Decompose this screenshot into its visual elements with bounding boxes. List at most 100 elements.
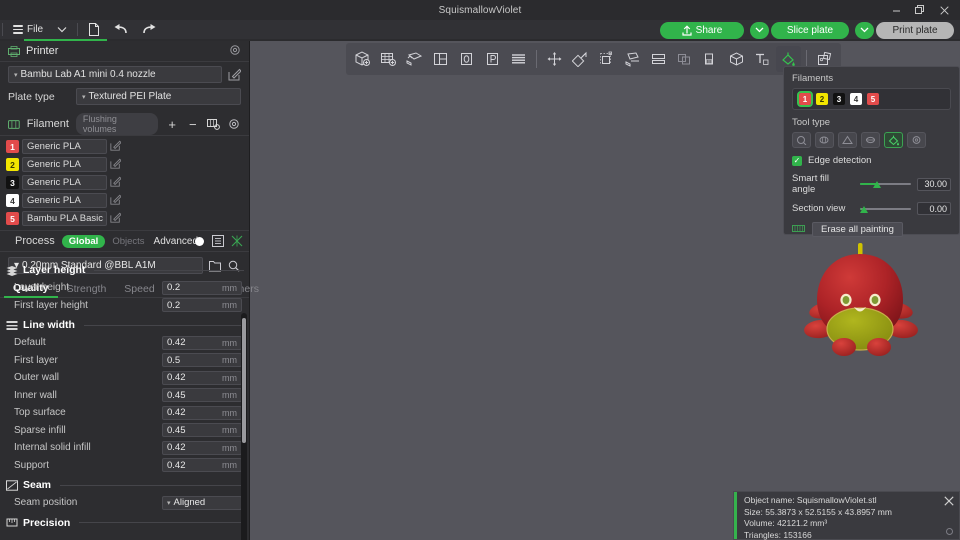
squishmallow-model[interactable] — [786, 237, 934, 377]
3d-viewport[interactable]: Filaments 1 2 3 4 5 Tool type ✓ Edge det… — [250, 41, 960, 540]
bucket-fill-tool-icon[interactable] — [884, 132, 903, 148]
printer-edit-icon[interactable] — [228, 68, 242, 81]
support-paint-icon[interactable] — [698, 46, 723, 72]
option-inner-wall-input[interactable]: 0.45 mm — [162, 388, 242, 403]
smart-fill-angle-slider[interactable] — [860, 179, 911, 189]
filament-swatch-3[interactable]: 3 — [833, 93, 845, 105]
rotate-icon[interactable] — [594, 46, 619, 72]
arrange-icon[interactable] — [402, 46, 427, 72]
process-scope-objects[interactable]: Objects — [110, 235, 146, 248]
file-menu-button[interactable]: File — [6, 20, 50, 39]
edge-detection-checkbox[interactable]: ✓ — [792, 155, 802, 166]
option-support-label: Support — [14, 459, 50, 471]
flushing-volumes-button[interactable]: Flushing volumes — [75, 113, 159, 135]
add-filament-button[interactable]: + — [165, 117, 179, 131]
window-controls — [884, 0, 956, 20]
restore-button[interactable] — [908, 0, 932, 20]
object-info-expand-button[interactable] — [946, 528, 953, 535]
triangle-tool-icon[interactable] — [838, 132, 857, 148]
redo-button[interactable] — [135, 20, 163, 39]
settings-scroll-area[interactable]: Layer height Layer height 0.2 mm First l… — [0, 259, 250, 540]
ams-sync-icon[interactable] — [206, 117, 221, 131]
text-icon[interactable] — [750, 46, 775, 72]
print-plate-button[interactable]: Print plate — [876, 21, 954, 39]
settings-scrollbar-track[interactable] — [241, 313, 247, 540]
option-seam-position: Seam position ▾ Aligned — [0, 494, 250, 512]
option-first-layer-input[interactable]: 0.5 mm — [162, 353, 242, 368]
filament-swatch-2[interactable]: 2 — [816, 93, 828, 105]
option-internal-solid-infill-input[interactable]: 0.42 mm — [162, 440, 242, 455]
section-view-slider[interactable] — [860, 204, 911, 214]
filament-2-badge[interactable]: 2 — [6, 158, 19, 171]
filament-2-name[interactable]: Generic PLA — [22, 157, 107, 172]
filament-swatch-1[interactable]: 1 — [797, 91, 813, 107]
slice-plate-button[interactable]: Slice plate — [771, 21, 849, 39]
filament-swatch-5[interactable]: 5 — [867, 93, 879, 105]
chevron-down-icon: ▾ — [14, 71, 18, 79]
minimize-button[interactable] — [884, 0, 908, 20]
filament-4-name[interactable]: Generic PLA — [22, 193, 107, 208]
filament-1-edit-icon[interactable] — [110, 140, 123, 153]
printer-settings-gear-icon[interactable] — [229, 44, 241, 59]
filament-4-badge[interactable]: 4 — [6, 194, 19, 207]
remove-filament-button[interactable]: − — [186, 117, 200, 131]
option-outer-wall-input[interactable]: 0.42 mm — [162, 370, 242, 385]
option-internal-solid-infill-label: Internal solid infill — [14, 442, 91, 454]
add-plate-icon[interactable] — [376, 46, 401, 72]
smart-fill-tool-icon[interactable] — [861, 132, 880, 148]
filament-1-badge[interactable]: 1 — [6, 140, 19, 153]
sphere-brush-tool-icon[interactable] — [815, 132, 834, 148]
process-compare-icon[interactable] — [231, 234, 243, 248]
filament-5-badge[interactable]: 5 — [6, 212, 19, 225]
filament-settings-gear-icon[interactable] — [227, 117, 241, 131]
option-outer-wall-value: 0.42 — [167, 372, 186, 384]
edge-detection-row[interactable]: ✓ Edge detection — [792, 155, 951, 166]
option-default-input[interactable]: 0.42 mm — [162, 335, 242, 350]
variable-layer-icon[interactable] — [506, 46, 531, 72]
place-on-face-icon[interactable] — [620, 46, 645, 72]
smart-fill-angle-value[interactable]: 30.00 — [917, 177, 951, 191]
filament-5-name[interactable]: Bambu PLA Basic — [22, 211, 107, 226]
slice-plate-dropdown[interactable] — [750, 21, 769, 39]
section-view-value[interactable]: 0.00 — [917, 202, 951, 215]
orient-p-icon[interactable] — [480, 46, 505, 72]
filament-3-edit-icon[interactable] — [110, 176, 123, 189]
layout-icon[interactable] — [428, 46, 453, 72]
option-support-input[interactable]: 0.42 mm — [162, 458, 242, 473]
file-menu-caret-button[interactable] — [50, 20, 74, 39]
filament-3-name[interactable]: Generic PLA — [22, 175, 107, 190]
filament-2-edit-icon[interactable] — [110, 158, 123, 171]
scale-icon[interactable] — [568, 46, 593, 72]
filament-3-badge[interactable]: 3 — [6, 176, 19, 189]
printer-model-select[interactable]: ▾ Bambu Lab A1 mini 0.4 nozzle — [8, 66, 222, 83]
close-button[interactable] — [932, 0, 956, 20]
cut-icon[interactable] — [646, 46, 671, 72]
option-layer-height-input[interactable]: 0.2 mm — [162, 280, 242, 295]
undo-button[interactable] — [107, 20, 135, 39]
print-plate-dropdown[interactable] — [855, 21, 874, 39]
filament-4-edit-icon[interactable] — [110, 194, 123, 207]
seam-paint-icon[interactable] — [724, 46, 749, 72]
new-file-button[interactable] — [81, 20, 107, 39]
filament-swatch-4[interactable]: 4 — [850, 93, 862, 105]
option-first-layer-height-input[interactable]: 0.2 mm — [162, 298, 242, 313]
orient-0-icon[interactable] — [454, 46, 479, 72]
filament-item-4: 4 Generic PLA — [6, 193, 123, 208]
process-scope-global[interactable]: Global — [61, 234, 106, 248]
mesh-boolean-icon[interactable] — [672, 46, 697, 72]
object-info-close-button[interactable] — [944, 496, 954, 509]
move-icon[interactable] — [542, 46, 567, 72]
share-button[interactable]: Share — [660, 21, 744, 39]
option-sparse-infill-input[interactable]: 0.45 mm — [162, 423, 242, 438]
erase-all-painting-button[interactable]: Erase all painting — [812, 222, 903, 237]
option-top-surface-input[interactable]: 0.42 mm — [162, 405, 242, 420]
process-list-icon[interactable] — [212, 234, 225, 248]
add-object-icon[interactable] — [350, 46, 375, 72]
settings-scrollbar-thumb[interactable] — [242, 318, 246, 443]
circle-brush-tool-icon[interactable] — [792, 132, 811, 148]
filament-1-name[interactable]: Generic PLA — [22, 139, 107, 154]
filament-5-edit-icon[interactable] — [110, 212, 123, 225]
option-seam-position-select[interactable]: ▾ Aligned — [162, 495, 242, 510]
plate-type-select[interactable]: ▾ Textured PEI Plate — [76, 88, 241, 105]
gap-fill-tool-icon[interactable] — [907, 132, 926, 148]
